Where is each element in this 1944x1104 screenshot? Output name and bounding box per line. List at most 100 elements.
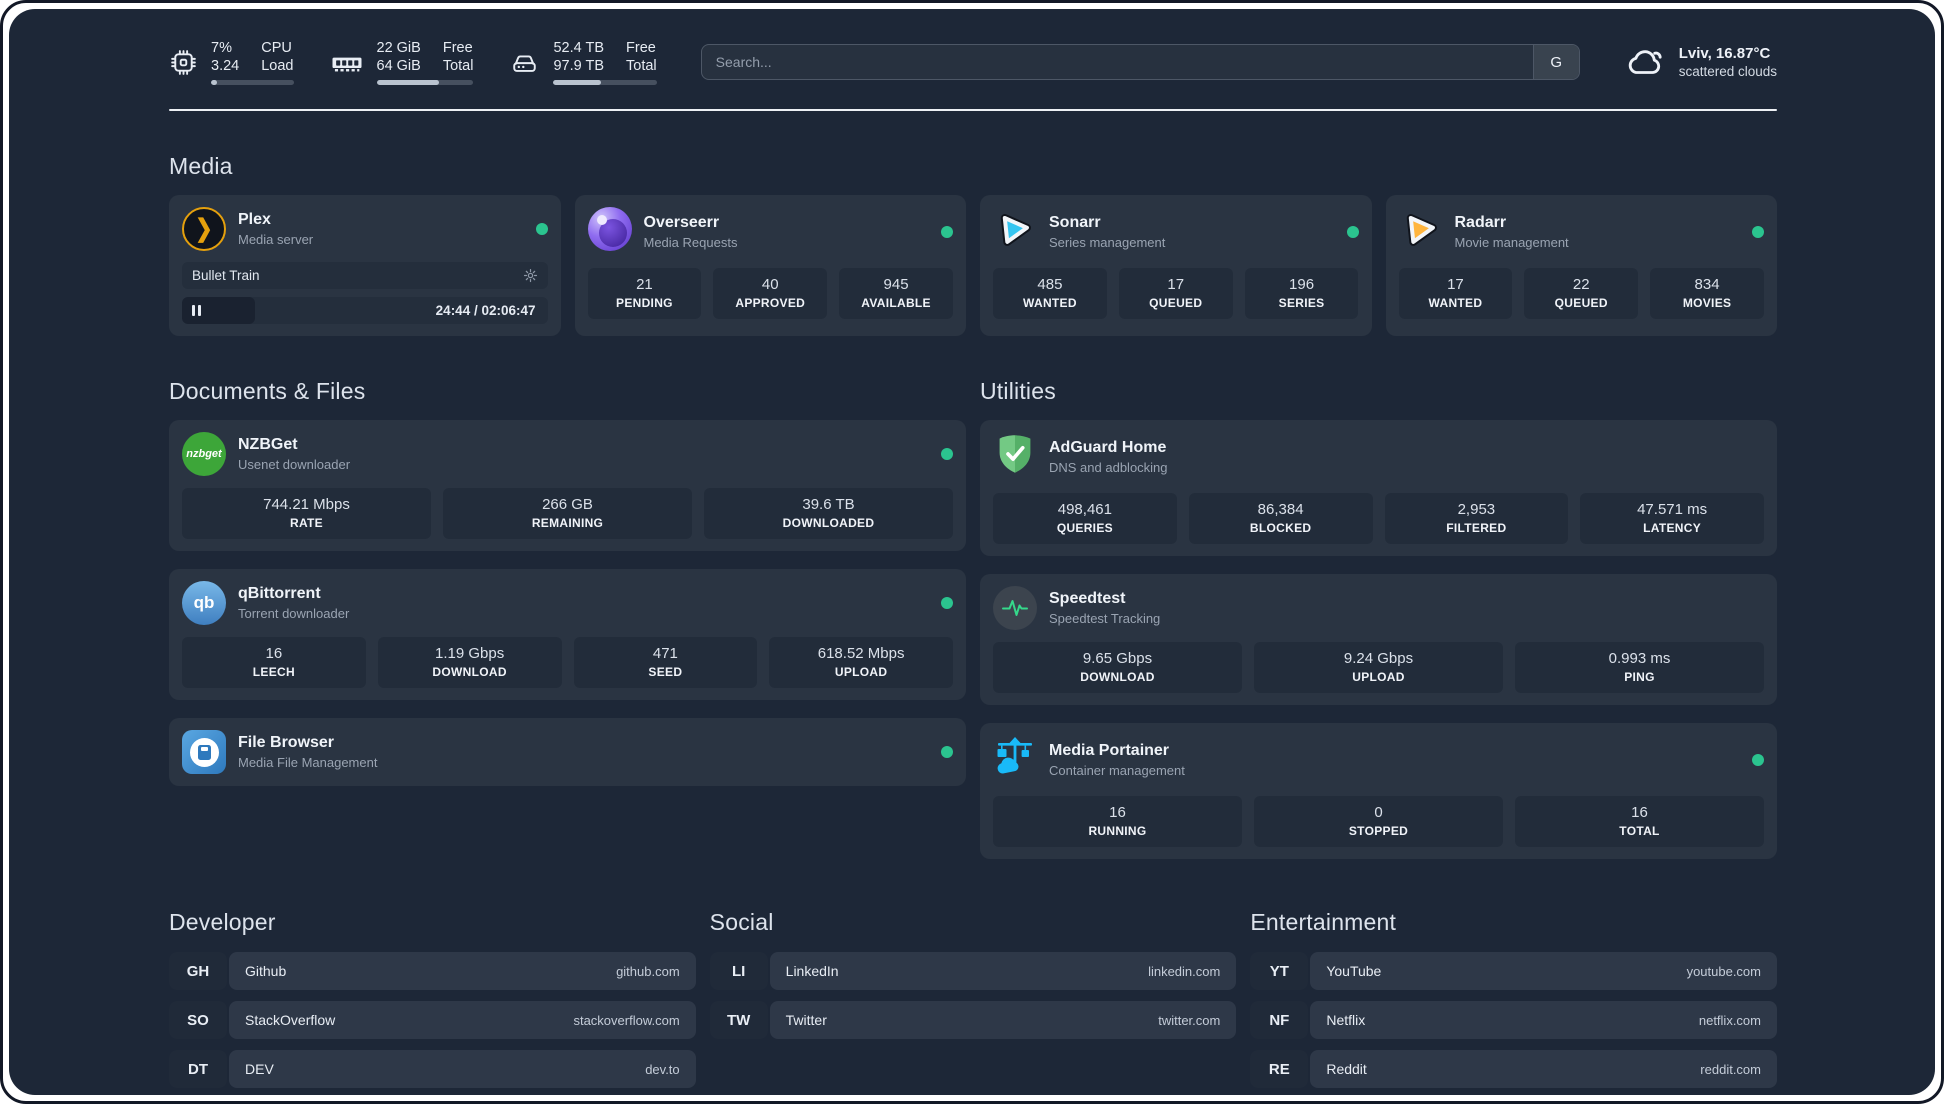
app-description: Torrent downloader (238, 606, 350, 621)
stat-values: 22 GiB 64 GiB (376, 40, 421, 74)
stat-label: PENDING (616, 296, 673, 310)
bookmark-netflix[interactable]: NF Netflix netflix.com (1250, 1001, 1777, 1039)
stat-queries: 498,461 QUERIES (993, 493, 1177, 544)
app-card-sonarr[interactable]: Sonarr Series management 485 WANTED 17 QUEUED… (980, 195, 1372, 336)
stat-value: 834 (1694, 276, 1720, 293)
stat-series: 196 SERIES (1244, 268, 1359, 319)
middle-columns: Documents & Files nzbget NZBGet Usenet dow… (169, 336, 1777, 859)
bookmark-url: reddit.com (1700, 1061, 1761, 1077)
gear-icon[interactable] (523, 268, 538, 283)
stat-value: 196 (1289, 276, 1315, 293)
stat-latency: 47.571 ms LATENCY (1580, 493, 1764, 544)
bookmark-linkedin[interactable]: LI LinkedIn linkedin.com (709, 952, 1237, 990)
app-name: Speedtest (1049, 590, 1126, 607)
adguard-icon (993, 432, 1037, 481)
stat-label: SEED (648, 665, 683, 679)
bookmark-group-developer: Developer GH Github github.com SO StackOverfl… (169, 867, 696, 1088)
stat-label: DOWNLOAD (1080, 670, 1155, 684)
bookmark-url: github.com (616, 963, 680, 979)
stat-label: DOWNLOAD (432, 665, 507, 679)
stat-label: RUNNING (1088, 824, 1147, 838)
stat-download: 1.19 Gbps DOWNLOAD (377, 637, 562, 688)
bookmark-youtube[interactable]: YT YouTube youtube.com (1250, 952, 1777, 990)
sonarr-icon (993, 207, 1037, 256)
bookmark-github[interactable]: GH Github github.com (169, 952, 696, 990)
pause-icon[interactable] (192, 305, 201, 316)
stat-queued: 22 QUEUED (1524, 268, 1639, 319)
stat-value: 498,461 (1057, 501, 1112, 518)
app-card-filebrowser[interactable]: File Browser Media File Management (169, 718, 966, 786)
stat-value: 17 (1447, 276, 1464, 293)
system-stats: 7% 3.24 CPU Load 22 GiB 64 GiB Free Total 52.4 T… (169, 39, 657, 85)
stat-seed: 471 SEED (573, 637, 758, 688)
bookmark-twitter[interactable]: TW Twitter twitter.com (709, 1001, 1237, 1039)
app-description: DNS and adblocking (1049, 459, 1168, 475)
bookmark-stackoverflow[interactable]: SO StackOverflow stackoverflow.com (169, 1001, 696, 1039)
stat-value: 22 (1572, 276, 1590, 293)
stat-label: SERIES (1278, 296, 1325, 310)
weather-condition: scattered clouds (1678, 64, 1777, 79)
stat-value: 16 (1631, 804, 1648, 821)
section-title-social: Social (709, 909, 774, 935)
bookmark-dev[interactable]: DT DEV dev.to (169, 1050, 696, 1088)
status-indicator-online (1752, 225, 1764, 238)
usage-bar (211, 80, 294, 85)
stat-approved: 40 APPROVED (713, 268, 828, 319)
stat-stopped: 0 STOPPED (1254, 796, 1503, 847)
app-card-qbittorrent[interactable]: qb qBittorrent Torrent downloader 16 LEECH 1.… (169, 569, 966, 700)
stat-movies: 834 MOVIES (1650, 268, 1764, 319)
stat-label: BLOCKED (1249, 521, 1312, 535)
stat-value: 2,953 (1457, 501, 1496, 518)
stat-value: 744.21 Mbps (263, 496, 350, 513)
bookmark-abbr: RE (1250, 1050, 1309, 1088)
documents-column: Documents & Files nzbget NZBGet Usenet dow… (169, 336, 966, 786)
app-card-adguard[interactable]: AdGuard Home DNS and adblocking 498,461 QUE… (980, 420, 1777, 556)
stat-label: STOPPED (1348, 824, 1409, 838)
search-input[interactable] (701, 45, 1533, 79)
dashboard: 7% 3.24 CPU Load 22 GiB 64 GiB Free Total 52.4 T… (9, 9, 1935, 1095)
search-engine-button[interactable]: G (1532, 45, 1579, 79)
bookmark-url: netflix.com (1698, 1012, 1761, 1028)
stat-upload: 9.24 Gbps UPLOAD (1254, 642, 1503, 693)
bookmark-abbr: DT (169, 1050, 227, 1088)
app-description: Media File Management (238, 755, 378, 770)
stat-label: MOVIES (1682, 296, 1732, 310)
app-card-radarr[interactable]: Radarr Movie management 17 WANTED 22 QUEUED 83… (1385, 195, 1777, 336)
bookmark-name: Reddit (1326, 1061, 1367, 1077)
stat-value: 16 (265, 645, 283, 662)
app-description: Series management (1049, 234, 1166, 250)
bookmark-name: StackOverflow (245, 1012, 336, 1028)
bookmark-reddit[interactable]: RE Reddit reddit.com (1250, 1050, 1777, 1088)
app-card-overseerr[interactable]: Overseerr Media Requests 21 PENDING 40 APPROV… (574, 195, 966, 336)
status-indicator-online (941, 448, 953, 460)
app-card-portainer[interactable]: Media Portainer Container management 16 RUN… (980, 723, 1777, 859)
stat-value: 471 (652, 645, 678, 662)
app-description: Media Requests (643, 234, 738, 250)
qbittorrent-icon: qb (182, 581, 226, 625)
system-stat-cpu: 7% 3.24 CPU Load (169, 39, 294, 85)
speedtest-icon (993, 586, 1037, 630)
stat-label: APPROVED (735, 296, 806, 310)
bookmark-url: youtube.com (1686, 963, 1761, 979)
status-indicator-online (1752, 753, 1764, 766)
section-title-developer: Developer (169, 909, 276, 935)
app-card-speedtest[interactable]: Speedtest Speedtest Tracking 9.65 Gbps DOWN… (980, 574, 1777, 705)
bookmark-name: Github (245, 963, 287, 979)
status-indicator-online (535, 223, 548, 235)
bookmark-name: Twitter (785, 1012, 827, 1028)
stat-label: FILTERED (1446, 521, 1507, 535)
app-name: Media Portainer (1049, 741, 1170, 759)
bookmark-url: stackoverflow.com (573, 1012, 680, 1028)
utilities-column: Utilities AdGuard Home DNS and adblocking… (980, 336, 1777, 859)
app-card-plex[interactable]: ❯ Plex Media server Bullet Train 24:44 / 02:… (169, 195, 561, 336)
usage-bar (553, 80, 657, 85)
stat-value: 266 GB (542, 496, 593, 513)
app-card-nzbget[interactable]: nzbget NZBGet Usenet downloader 744.21 Mbps… (169, 420, 966, 551)
stat-label: WANTED (1428, 296, 1483, 310)
system-stat-memory: 22 GiB 64 GiB Free Total (330, 39, 474, 85)
stat-label: UPLOAD (834, 665, 888, 679)
weather-text: Lviv, 16.87°C scattered clouds (1679, 45, 1777, 79)
stat-value: 21 (636, 276, 653, 293)
stat-download: 9.65 Gbps DOWNLOAD (993, 642, 1242, 693)
ram-icon (330, 48, 364, 77)
